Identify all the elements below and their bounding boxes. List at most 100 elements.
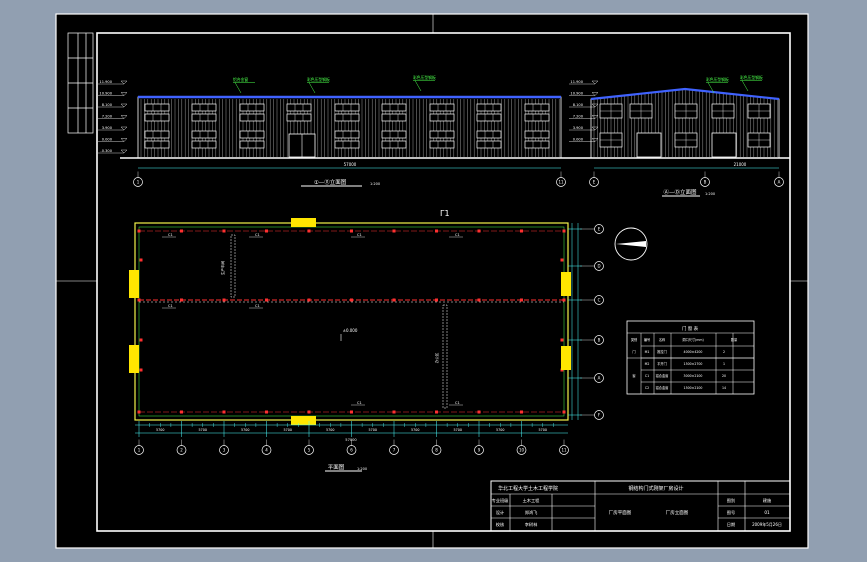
window-tag: C1 bbox=[168, 304, 173, 308]
steel-column bbox=[307, 410, 311, 414]
steel-column bbox=[520, 298, 523, 302]
axis-label: 2 bbox=[180, 448, 183, 453]
table-cell: 铝合金窗 bbox=[656, 385, 669, 390]
axis-label: D bbox=[597, 264, 600, 269]
material-note: 彩色压型钢板 bbox=[307, 77, 330, 82]
plan-door-bottom bbox=[291, 416, 316, 425]
level-tag: 10.900 bbox=[99, 92, 112, 96]
axis-label: 9 bbox=[478, 448, 481, 453]
front-window bbox=[429, 140, 455, 149]
dimension-segment: 5700 bbox=[241, 428, 249, 432]
front-window bbox=[144, 113, 170, 122]
table-header: 类别 bbox=[631, 337, 637, 342]
tb-design-value: 郑鸿飞 bbox=[525, 509, 538, 516]
front-window bbox=[239, 103, 265, 112]
steel-column bbox=[307, 229, 311, 233]
tb-school: 华北工程大学土木工程学院 bbox=[498, 485, 558, 492]
window-tag: C1 bbox=[455, 401, 460, 405]
table-header: 编号 bbox=[644, 337, 650, 342]
dimension-segment: 5700 bbox=[326, 428, 334, 432]
front-window bbox=[239, 113, 265, 122]
table-cell: 平开门 bbox=[657, 361, 667, 366]
plan-door-left-2 bbox=[129, 345, 139, 373]
plan-door-top bbox=[291, 218, 316, 227]
tb-checker-label: 校核 bbox=[496, 521, 505, 528]
steel-column bbox=[265, 410, 268, 414]
front-window bbox=[429, 103, 455, 112]
steel-column bbox=[222, 410, 226, 414]
front-elevation-scale: 1:200 bbox=[370, 182, 380, 186]
dimension-segment: 5700 bbox=[411, 428, 419, 432]
table-cell: C2 bbox=[645, 386, 649, 390]
material-note: 彩色压型钢板 bbox=[706, 77, 729, 82]
steel-column bbox=[520, 229, 523, 233]
window-tag: C1 bbox=[357, 401, 362, 405]
front-window bbox=[524, 113, 550, 122]
table-header: 名称 bbox=[659, 337, 666, 342]
steel-column bbox=[137, 229, 141, 233]
tb-date-value: 2009年5月26日 bbox=[752, 521, 782, 527]
steel-column bbox=[222, 298, 226, 302]
steel-column bbox=[307, 298, 311, 302]
tb-profession-value: 土木工程 bbox=[523, 497, 541, 504]
window-tag: C1 bbox=[255, 304, 260, 308]
dimension-segment: 5700 bbox=[539, 428, 547, 432]
level-tag: 10.900 bbox=[570, 92, 583, 96]
table-cell: 3000×2100 bbox=[684, 374, 703, 378]
steel-column bbox=[137, 410, 141, 414]
dimension-segment: 5700 bbox=[496, 428, 504, 432]
steel-column bbox=[350, 298, 353, 302]
tb-number-value: 建施 bbox=[763, 497, 772, 504]
steel-column bbox=[435, 410, 438, 414]
tb-checker-value: 李树林 bbox=[525, 521, 538, 528]
front-total-dimension: 57000 bbox=[344, 162, 357, 167]
steel-column bbox=[562, 410, 566, 414]
steel-column bbox=[477, 410, 481, 414]
steel-column bbox=[520, 410, 523, 414]
level-tag: 11.900 bbox=[99, 80, 112, 84]
front-window bbox=[476, 140, 502, 149]
table-cell: 门 bbox=[632, 349, 635, 354]
table-cell: 窗 bbox=[632, 373, 635, 378]
plan-door-right-1 bbox=[561, 272, 571, 296]
front-elevation-title: ①—⑪立面图 bbox=[314, 178, 347, 186]
front-window bbox=[239, 140, 265, 149]
side-total-dimension: 21000 bbox=[734, 162, 747, 167]
table-cell: 1 bbox=[723, 362, 725, 366]
cad-drawing-sheet: 57000 1 11 11.90010.9008.1007.2003.9000.0… bbox=[55, 13, 809, 549]
table-cell: 2 bbox=[723, 350, 725, 354]
front-window bbox=[191, 140, 217, 149]
steel-column bbox=[180, 410, 183, 414]
axis-label: 11 bbox=[558, 180, 564, 185]
plan-center-level: ±0.000 bbox=[343, 328, 358, 333]
material-note: 彩色压型钢板 bbox=[413, 75, 436, 80]
table-header: 数量 bbox=[731, 337, 738, 342]
front-window bbox=[476, 113, 502, 122]
window-tag: C1 bbox=[168, 233, 173, 237]
axis-label: B bbox=[598, 338, 601, 343]
tb-profession-label: 专业班级 bbox=[492, 497, 510, 504]
front-window bbox=[191, 130, 217, 139]
axis-label: 5 bbox=[308, 448, 311, 453]
steel-column bbox=[477, 298, 481, 302]
side-door-left bbox=[636, 132, 662, 158]
tb-number-label: 图别 bbox=[727, 497, 735, 504]
axis-label: 11 bbox=[561, 448, 567, 453]
level-tag: 3.900 bbox=[102, 126, 113, 130]
front-window bbox=[144, 140, 170, 149]
dimension-segment: 5700 bbox=[199, 428, 207, 432]
table-cell: 1500×2700 bbox=[684, 362, 703, 366]
axis-label: 8 bbox=[435, 448, 438, 453]
steel-column bbox=[392, 410, 396, 414]
front-window bbox=[429, 113, 455, 122]
axis-label: 10 bbox=[519, 448, 525, 453]
front-window bbox=[524, 103, 550, 112]
dimension-segment: 5700 bbox=[156, 428, 164, 432]
steel-column bbox=[350, 410, 353, 414]
table-cell: 1500×2100 bbox=[684, 386, 703, 390]
steel-column bbox=[392, 298, 396, 302]
front-window bbox=[286, 103, 312, 112]
steel-column bbox=[180, 229, 183, 233]
steel-column bbox=[435, 229, 438, 233]
level-tag: 8.100 bbox=[102, 103, 113, 107]
